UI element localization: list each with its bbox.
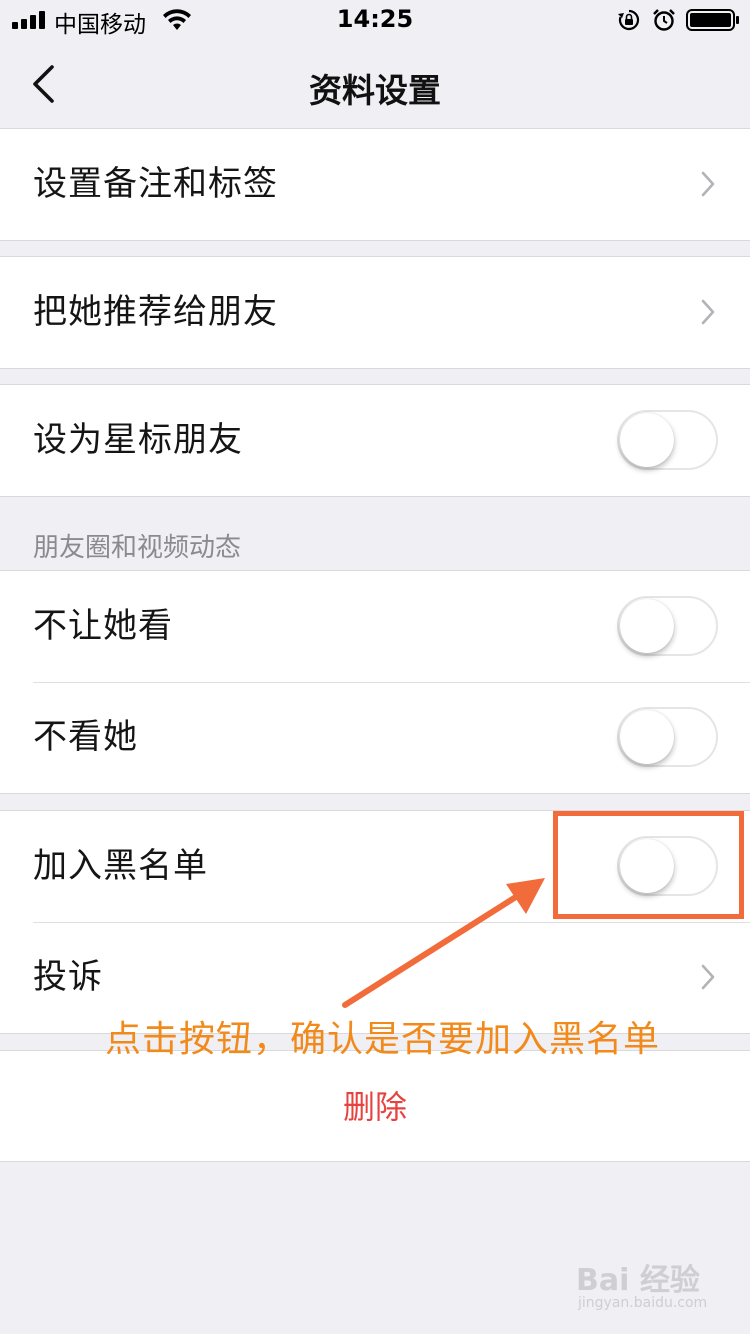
alarm-icon: [653, 9, 675, 31]
row-hide-my-moments: 不让她看: [0, 571, 750, 682]
hide-my-moments-toggle[interactable]: [617, 596, 718, 656]
row-label: 投诉: [33, 957, 103, 997]
row-label: 不让她看: [33, 606, 173, 646]
row-hide-her-moments: 不看她: [0, 682, 750, 793]
star-friend-toggle[interactable]: [617, 410, 718, 470]
chevron-right-icon: [701, 299, 715, 325]
annotation-text: 点击按钮，确认是否要加入黑名单: [105, 1019, 661, 1060]
row-set-remark-and-tags[interactable]: 设置备注和标签: [0, 129, 750, 240]
highlight-box: [553, 811, 744, 919]
rotation-lock-icon: [618, 9, 640, 31]
moments-group: 不让她看 不看她: [0, 570, 750, 794]
row-label: 不看她: [33, 717, 138, 757]
star-group: 设为星标朋友: [0, 384, 750, 497]
watermark-brand: Bai 经验: [576, 1263, 700, 1298]
row-recommend-to-friend[interactable]: 把她推荐给朋友: [0, 257, 750, 368]
chevron-right-icon: [701, 964, 715, 990]
row-star-friend: 设为星标朋友: [0, 385, 750, 496]
delete-button[interactable]: 删除: [0, 1050, 750, 1162]
baidu-jingyan-watermark: Bai 经验 jingyan.baidu.com: [576, 1255, 716, 1317]
battery-icon: [686, 9, 739, 31]
row-label: 设为星标朋友: [33, 420, 243, 460]
status-bar: 中国移动 14:25: [0, 0, 750, 40]
remark-group: 设置备注和标签: [0, 128, 750, 241]
row-label: 加入黑名单: [33, 846, 208, 886]
hide-her-moments-toggle[interactable]: [617, 707, 718, 767]
watermark-url: jingyan.baidu.com: [578, 1295, 708, 1311]
toggle-knob: [620, 413, 674, 467]
toggle-knob: [620, 599, 674, 653]
page-title: 资料设置: [309, 71, 441, 110]
annotation-arrow-icon: [342, 878, 545, 1008]
row-label: 把她推荐给朋友: [33, 292, 278, 332]
navigation-bar: 资料设置: [0, 40, 750, 129]
recommend-group: 把她推荐给朋友: [0, 256, 750, 369]
section-header-moments: 朋友圈和视频动态: [33, 533, 242, 563]
toggle-knob: [620, 710, 674, 764]
chevron-right-icon: [701, 171, 715, 197]
row-label: 设置备注和标签: [33, 164, 278, 204]
